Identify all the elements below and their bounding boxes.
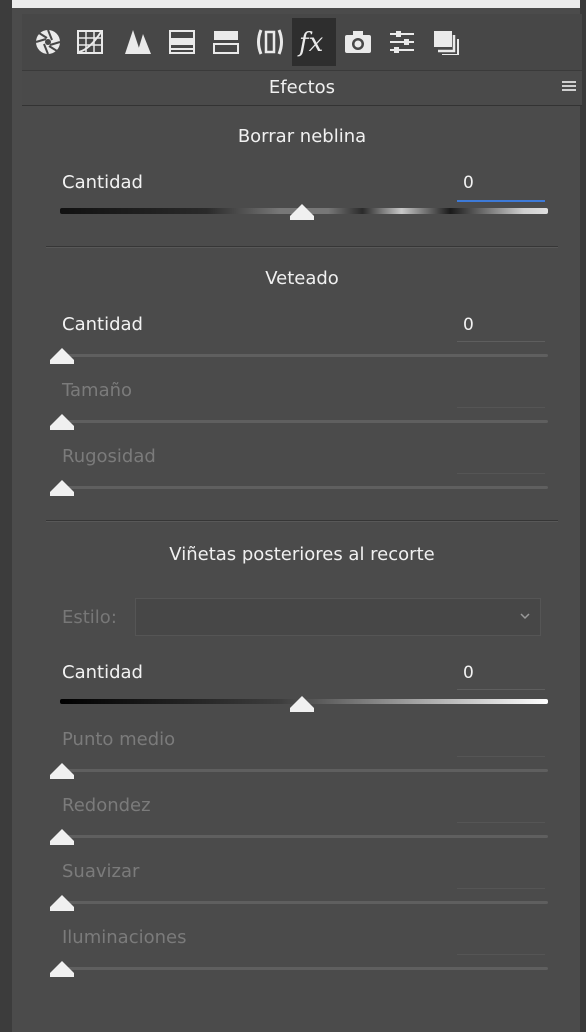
haze-amount-value[interactable]: 0 xyxy=(463,173,474,193)
grain-size-slider-thumb[interactable] xyxy=(50,414,74,430)
grain-amount-slider-thumb[interactable] xyxy=(50,348,74,364)
lens-icon[interactable] xyxy=(250,18,290,66)
vignette-amount-label: Cantidad xyxy=(62,662,143,683)
vignette-feather-slider-track[interactable] xyxy=(60,901,548,904)
haze-amount-field-underline xyxy=(457,200,545,202)
grain-amount-label: Cantidad xyxy=(62,314,143,335)
detail-icon[interactable] xyxy=(118,18,158,66)
vignette-roundness-field-underline xyxy=(457,822,545,823)
panel-menu-icon[interactable] xyxy=(562,81,576,93)
vignette-style-label: Estilo: xyxy=(62,607,117,628)
vignette-roundness-slider-thumb[interactable] xyxy=(50,829,74,845)
grain-amount-slider-track[interactable] xyxy=(60,354,548,357)
vignette-midpoint-slider-thumb[interactable] xyxy=(50,763,74,779)
grain-size-field-underline xyxy=(457,407,545,408)
grain-section-title: Veteado xyxy=(265,268,339,289)
vignette-feather-slider-thumb[interactable] xyxy=(50,895,74,911)
grain-roughness-slider-track[interactable] xyxy=(60,486,548,489)
section-divider xyxy=(46,520,558,522)
window-left-edge xyxy=(0,0,12,1032)
snapshots-icon[interactable] xyxy=(426,18,466,66)
vignette-highlights-slider-track[interactable] xyxy=(60,967,548,970)
grain-amount-value[interactable]: 0 xyxy=(463,315,474,335)
vignette-section-title: Viñetas posteriores al recorte xyxy=(169,544,435,565)
vignette-roundness-slider-track[interactable] xyxy=(60,835,548,838)
vignette-amount-value[interactable]: 0 xyxy=(463,663,474,683)
vignette-midpoint-field-underline xyxy=(457,756,545,757)
panel-tabs-toolbar: fx xyxy=(22,14,582,70)
vignette-style-select[interactable] xyxy=(135,598,541,636)
vignette-feather-label: Suavizar xyxy=(62,861,140,882)
window-top-edge xyxy=(0,0,586,8)
haze-amount-label: Cantidad xyxy=(62,172,143,193)
vignette-highlights-slider-thumb[interactable] xyxy=(50,961,74,977)
haze-amount-slider-thumb[interactable] xyxy=(290,204,314,220)
camera-icon[interactable] xyxy=(338,18,378,66)
grain-roughness-field-underline xyxy=(457,473,545,474)
vignette-midpoint-slider-track[interactable] xyxy=(60,769,548,772)
vignette-amount-field-underline xyxy=(457,689,545,690)
vignette-midpoint-label: Punto medio xyxy=(62,729,176,750)
vignette-highlights-field-underline xyxy=(457,954,545,955)
vignette-amount-slider-thumb[interactable] xyxy=(290,696,314,712)
vignette-highlights-label: Iluminaciones xyxy=(62,927,187,948)
chevron-down-icon xyxy=(520,613,530,620)
split-toning-icon[interactable] xyxy=(206,18,246,66)
panel-title: Efectos xyxy=(268,77,336,98)
presets-icon[interactable] xyxy=(382,18,422,66)
grain-size-label: Tamaño xyxy=(62,380,133,401)
grain-roughness-slider-thumb[interactable] xyxy=(50,480,74,496)
fx-icon[interactable]: fx xyxy=(292,18,336,66)
window-right-edge xyxy=(580,0,586,1032)
section-divider xyxy=(46,246,558,248)
vignette-feather-field-underline xyxy=(457,888,545,889)
vignette-roundness-label: Redondez xyxy=(62,795,151,816)
panel-header: Efectos xyxy=(22,70,582,106)
haze-section-title: Borrar neblina xyxy=(237,126,367,147)
grain-roughness-label: Rugosidad xyxy=(62,446,156,467)
svg-text:fx: fx xyxy=(297,28,324,57)
hsl-icon[interactable] xyxy=(162,18,202,66)
aperture-icon[interactable] xyxy=(28,18,68,66)
grain-amount-field-underline xyxy=(457,341,545,342)
grain-size-slider-track[interactable] xyxy=(60,420,548,423)
tone-curve-icon[interactable] xyxy=(70,18,110,66)
